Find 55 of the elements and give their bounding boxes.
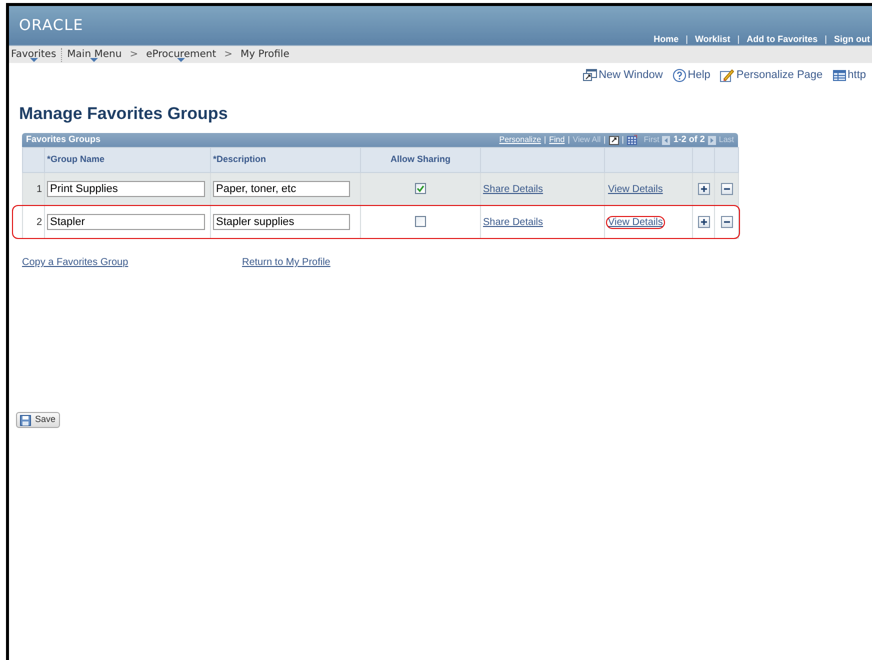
grid-title: Favorites Groups bbox=[26, 133, 101, 146]
dropdown-arrow-icon bbox=[30, 58, 38, 62]
remove-row-button[interactable] bbox=[720, 216, 732, 228]
nav-divider: | bbox=[622, 134, 624, 146]
column-header: *Group Name bbox=[44, 148, 210, 172]
description-field[interactable]: Stapler supplies bbox=[213, 214, 350, 230]
page-title: Manage Favorites Groups bbox=[19, 102, 229, 125]
add-row-button[interactable] bbox=[698, 182, 710, 195]
toolbar-link[interactable]: http bbox=[832, 67, 866, 84]
description-field[interactable]: Paper, toner, etc bbox=[213, 181, 350, 197]
dropdown-arrow-icon bbox=[90, 58, 98, 62]
nav-divider: | bbox=[568, 134, 570, 146]
column-header: *Description bbox=[210, 148, 360, 172]
grid-download-icon[interactable] bbox=[626, 135, 637, 145]
zoom-icon[interactable] bbox=[608, 136, 619, 144]
save-button[interactable]: Save bbox=[16, 412, 60, 428]
toolbar-link[interactable]: Personalize Page bbox=[720, 67, 823, 84]
page-link[interactable]: Return to My Profile bbox=[242, 255, 330, 270]
save-icon bbox=[20, 414, 31, 426]
menu-item[interactable]: My Profile bbox=[238, 47, 292, 62]
table-icon bbox=[832, 70, 846, 81]
header-link[interactable]: Worklist bbox=[694, 33, 730, 46]
dropdown-arrow-icon bbox=[177, 58, 186, 62]
plus-icon bbox=[700, 184, 708, 193]
checkbox[interactable] bbox=[415, 216, 426, 228]
menu-item[interactable]: Main Menu bbox=[65, 47, 124, 62]
new-window-icon bbox=[582, 69, 597, 82]
next-icon bbox=[708, 136, 716, 144]
breadcrumb-separator: > bbox=[130, 48, 138, 62]
edit-page-icon bbox=[720, 68, 734, 82]
page-range: 1-2 of 2 bbox=[673, 133, 705, 146]
breadcrumb-separator: > bbox=[224, 48, 233, 62]
header-link[interactable]: Sign out bbox=[834, 33, 870, 46]
menu-item[interactable]: eProcurement bbox=[144, 47, 218, 62]
help-icon bbox=[672, 68, 686, 82]
header-bar: ORACLE Home | Worklist | Add to Favorites | Sign out bbox=[9, 6, 872, 46]
toolbar-link[interactable]: Help bbox=[672, 67, 710, 84]
header-link[interactable]: Home bbox=[654, 33, 679, 46]
page-link[interactable]: Copy a Favorites Group bbox=[22, 255, 242, 270]
share-details-link[interactable]: Share Details bbox=[483, 216, 544, 228]
add-row-button[interactable] bbox=[698, 216, 710, 228]
previous-icon bbox=[662, 136, 670, 144]
share-details-link[interactable]: Share Details bbox=[483, 184, 544, 194]
column-header: Allow Sharing bbox=[360, 148, 480, 172]
toolbar-link[interactable]: New Window bbox=[582, 67, 663, 84]
group-name-field[interactable]: Stapler bbox=[47, 214, 205, 230]
nav-divider: | bbox=[604, 134, 606, 146]
plus-icon bbox=[700, 218, 708, 226]
menu-item[interactable]: Favorites bbox=[9, 47, 58, 62]
remove-row-button[interactable] bbox=[720, 182, 732, 195]
group-name-field[interactable]: Print Supplies bbox=[47, 181, 205, 197]
oracle-logo: ORACLE bbox=[19, 15, 84, 36]
nav-divider: | bbox=[544, 134, 546, 146]
header-link[interactable]: Add to Favorites bbox=[746, 33, 818, 46]
checkbox[interactable] bbox=[415, 183, 426, 194]
